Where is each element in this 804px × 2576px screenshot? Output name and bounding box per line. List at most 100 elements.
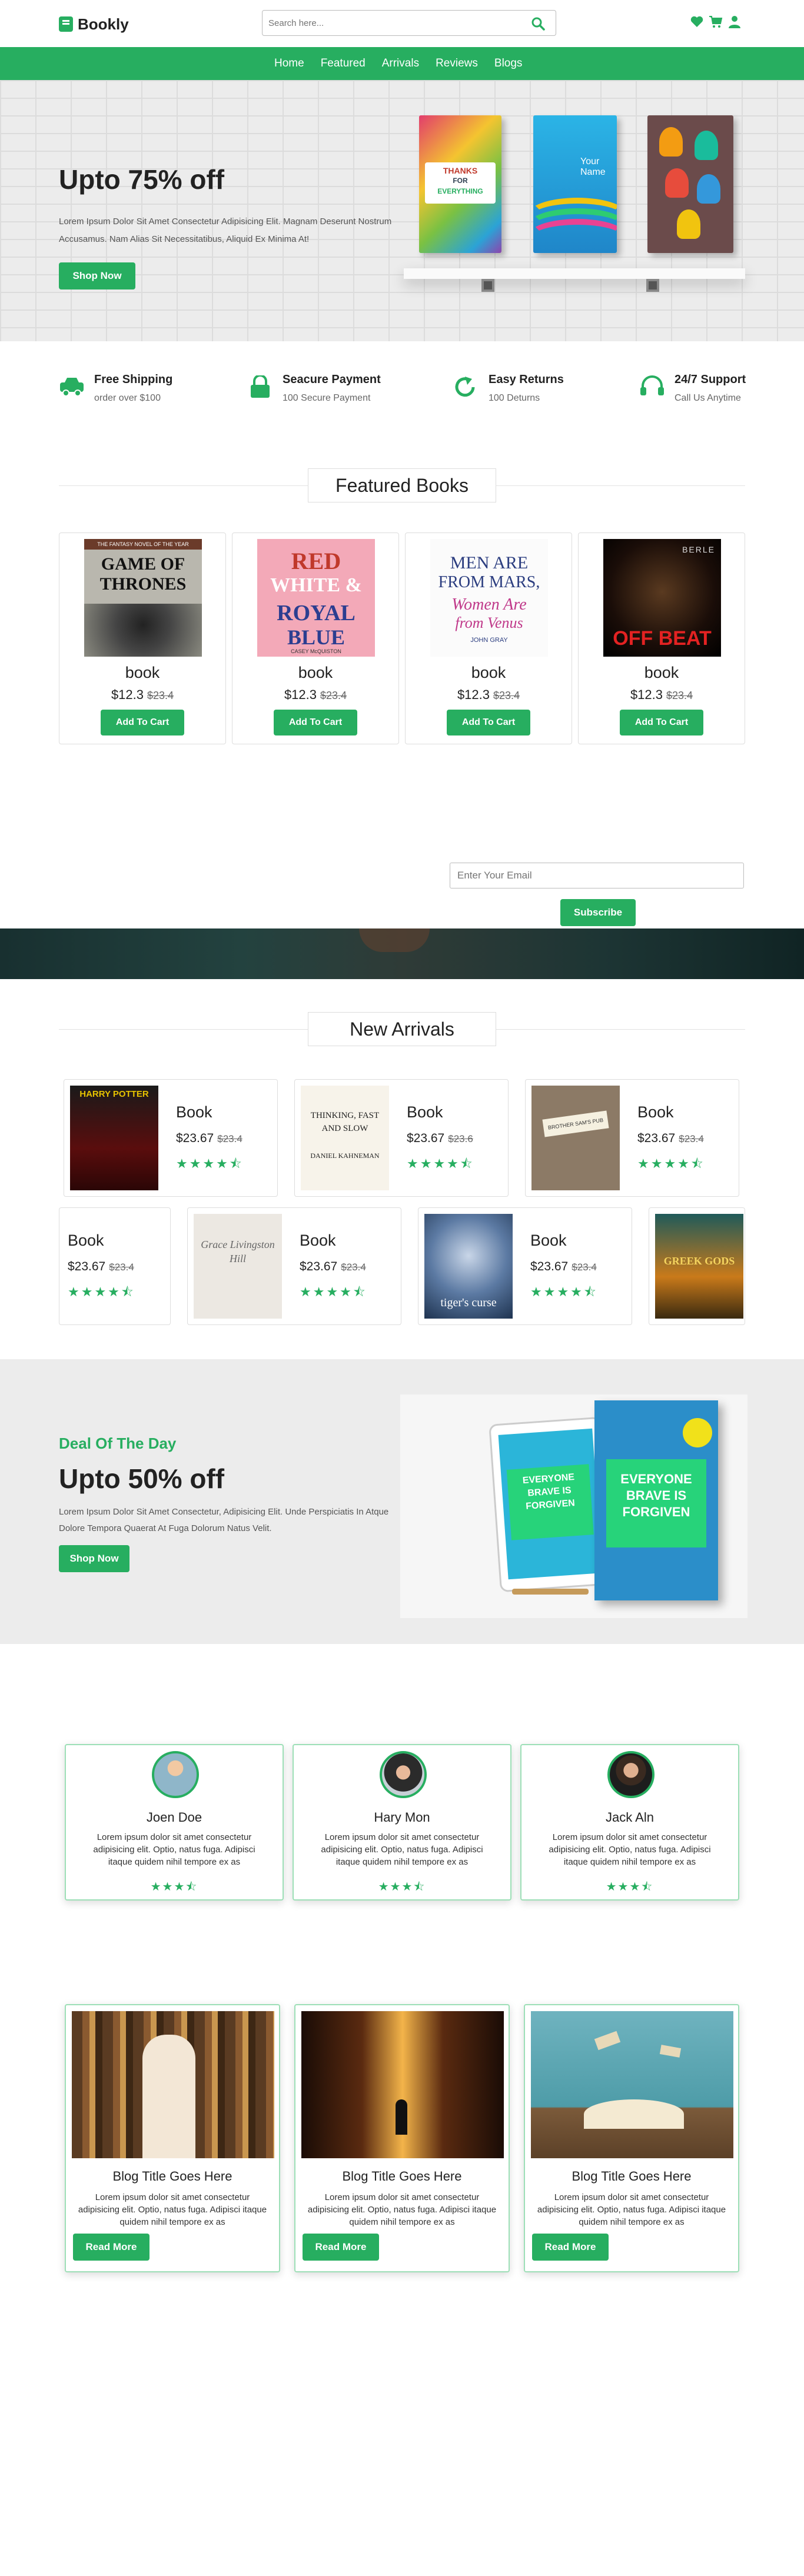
star-rating: ★★★⯪ [150,1881,198,1893]
arrival-card: BROTHER SAM'S PUB Book $23.67 $23.4 ★★★★⯪ [525,1079,739,1197]
book-cover[interactable]: BERLE OFF BEAT [603,539,721,657]
add-to-cart-button[interactable]: Add To Cart [447,710,530,735]
book-cover[interactable]: THE FANTASY NOVEL OF THE YEAR GAME OF TH… [84,539,202,657]
old-price: $23.4 [341,1262,366,1273]
subscribe-button[interactable]: Subscribe [560,899,636,926]
avatar [152,1751,199,1798]
reviewer-name: Jack Aln [606,1810,654,1825]
old-price: $23.4 [217,1133,242,1144]
read-more-button[interactable]: Read More [303,2234,379,2261]
add-to-cart-button[interactable]: Add To Cart [101,710,184,735]
hero-book-3[interactable] [647,115,733,253]
shop-now-button[interactable]: Shop Now [59,262,135,289]
nav-home[interactable]: Home [274,57,304,70]
book-cover[interactable]: BROTHER SAM'S PUB [531,1086,620,1190]
cover-text: BERLE [682,545,715,554]
hero-banner: Upto 75% off Lorem Ipsum Dolor Sit Amet … [0,80,804,341]
card-title: Book [68,1232,104,1249]
price: $23.67 [530,1260,569,1273]
price: $12.3 [111,687,144,702]
old-price: $23.4 [679,1133,704,1144]
card-price: $23.67 $23.6 [407,1131,473,1146]
old-price: $23.4 [109,1262,134,1273]
book-cover[interactable]: GREEK GODS [655,1214,743,1319]
cover-text: MEN ARE [450,553,529,573]
book-cover[interactable]: MEN ARE FROM MARS, Women Are from Venus … [430,539,548,657]
cover-text: tiger's curse [440,1296,497,1309]
cover-text: RED [291,548,341,574]
feature-payment: Seacure Payment 100 Secure Payment [247,372,400,410]
cart-icon[interactable] [709,14,723,29]
featured-card: BERLE OFF BEAT book $12.3 $23.4 Add To Ca… [578,532,745,744]
book-cover[interactable]: Grace Livingston Hill [194,1214,282,1319]
hero-title: Upto 75% off [59,164,225,195]
cover-text: WHITE & [270,574,362,596]
hero-book-1-text: THANKS [443,166,478,175]
heart-icon[interactable] [690,14,704,29]
user-icon[interactable] [727,14,742,29]
arrivals-heading: New Arrivals [308,1012,496,1046]
book-cover[interactable]: HARRY POTTER [70,1086,158,1190]
review-card: Jack Aln Lorem ipsum dolor sit amet cons… [520,1744,739,1901]
blog-card: Blog Title Goes Here Lorem ipsum dolor s… [65,2004,280,2272]
arrival-card: Grace Livingston Hill Book $23.67 $23.4 ★… [187,1207,401,1325]
nav-arrivals[interactable]: Arrivals [382,57,419,70]
cover-text: CASEY McQUISTON [291,648,341,654]
feature-subtitle: order over $100 [94,393,161,403]
feature-subtitle: 100 Secure Payment [283,393,371,403]
review-card: Joen Doe Lorem ipsum dolor sit amet cons… [65,1744,284,1901]
card-title: book [471,664,506,681]
search-bar [262,10,556,36]
add-to-cart-button[interactable]: Add To Cart [620,710,703,735]
review-text: Lorem ipsum dolor sit amet consectetur a… [549,1832,711,1867]
deal-image: EVERYONE BRAVE IS FORGIVEN EVERYONE BRAV… [400,1394,747,1618]
hero-book-1[interactable]: THANKS FOR EVERYTHING [419,115,501,253]
arrival-card: GREEK GODS [649,1207,745,1325]
logo[interactable]: Bookly [59,14,129,34]
deal-text: Lorem Ipsum Dolor Sit Amet Consectetur, … [59,1507,389,1533]
old-price: $23.4 [666,690,693,701]
cover-text: from Venus [455,614,523,631]
read-more-button[interactable]: Read More [73,2234,149,2261]
book-icon [59,16,73,32]
nav-featured[interactable]: Featured [321,57,366,70]
add-to-cart-button[interactable]: Add To Cart [274,710,357,735]
hero-book-2[interactable]: Your Name [533,115,617,253]
star-rating: ★★★⯪ [606,1881,654,1893]
feature-title: Easy Returns [489,373,564,386]
cover-text: Women Are [451,595,527,614]
feature-subtitle: 100 Deturns [489,393,540,403]
hero-book-2-text: Your [580,157,600,167]
deal-shop-now-button[interactable]: Shop Now [59,1545,129,1572]
book-cover[interactable]: tiger's curse [424,1214,513,1319]
cover-text: BROTHER SAM'S PUB [542,1110,609,1137]
price: $12.3 [284,687,317,702]
email-field[interactable] [450,863,744,888]
star-rating: ★★★★⯪ [68,1284,135,1299]
old-price: $23.6 [448,1133,473,1144]
card-title: Book [637,1103,674,1121]
hero-book-1-text: FOR [453,177,468,185]
blog-text: Lorem ipsum dolor sit amet consectetur a… [307,2192,497,2227]
search-input[interactable] [268,15,516,31]
old-price: $23.4 [493,690,520,701]
read-more-button[interactable]: Read More [532,2234,609,2261]
blog-title: Blog Title Goes Here [112,2169,232,2184]
book-cover[interactable]: THINKING, FAST AND SLOW DANIEL KAHNEMAN [301,1086,389,1190]
review-card: Hary Mon Lorem ipsum dolor sit amet cons… [293,1744,511,1901]
header: Bookly [0,0,804,47]
nav-blogs[interactable]: Blogs [494,57,523,70]
arrival-card: Book $23.67 $23.4 ★★★★⯪ [59,1207,171,1325]
logo-text: Bookly [78,15,129,33]
hero-book-1-text: EVERYTHING [437,187,483,195]
nav-reviews[interactable]: Reviews [436,57,478,70]
feature-support: 24/7 Support Call Us Anytime [639,372,792,410]
blog-image [72,2011,274,2158]
book-cover[interactable]: RED WHITE & ROYAL BLUE CASEY McQUISTON [257,539,375,657]
featured-card: THE FANTASY NOVEL OF THE YEAR GAME OF TH… [59,532,226,744]
cover-text: OFF [613,627,653,650]
feature-title: 24/7 Support [675,373,746,386]
cover-text: THRONES [99,574,187,594]
search-icon[interactable] [531,16,545,31]
blog-card: Blog Title Goes Here Lorem ipsum dolor s… [294,2004,510,2272]
